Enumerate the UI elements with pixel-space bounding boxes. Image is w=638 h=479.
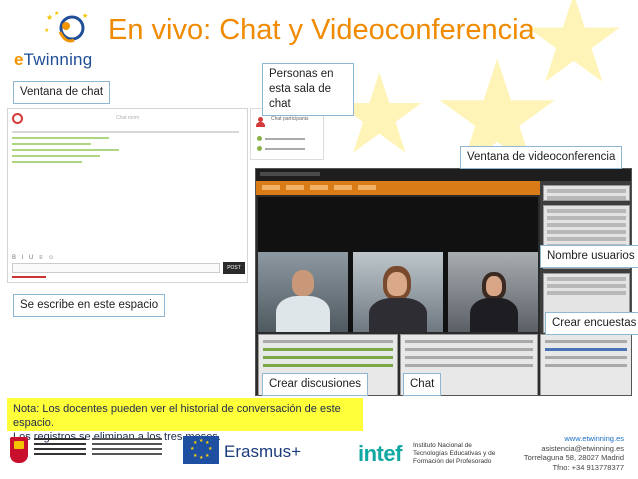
video-title-bar: [256, 169, 631, 181]
svg-text:★: ★: [82, 12, 88, 20]
callout-create-discussions: Crear discusiones: [262, 373, 369, 396]
intef-logo: intef: [358, 441, 402, 466]
callout-create-polls: Crear encuestas: [545, 312, 638, 335]
erasmus-plus-logo: Erasmus+: [224, 442, 301, 461]
intef-description: Instituto Nacional de Tecnologías Educat…: [413, 442, 496, 465]
chat-message: [12, 155, 101, 157]
webcam-feed: [448, 252, 538, 332]
callout-chat-window: Ventana de chat: [13, 81, 111, 104]
webcam-feed: [353, 252, 443, 332]
svg-text:★: ★: [44, 27, 49, 34]
people-icon: [256, 117, 265, 127]
background-star-icon: ★: [520, 0, 628, 107]
video-stage: [258, 197, 538, 332]
polls-pod[interactable]: [540, 334, 631, 395]
callout-people-in-room: Personas en esta sala de chat: [262, 63, 354, 116]
chat-window: Chat room B I U ≡ ☺ POST: [7, 108, 248, 283]
website-link[interactable]: www.etwinning.es: [524, 434, 624, 444]
chat-message-input[interactable]: [12, 263, 220, 273]
phone-text: Tfno: +34 913778377: [552, 462, 624, 472]
eu-flag-icon: ★ ★ ★ ★ ★ ★ ★ ★: [183, 436, 219, 464]
page-title: En vivo: Chat y Videoconferencia: [108, 14, 535, 46]
callout-video-window: Ventana de videoconferencia: [460, 146, 623, 169]
email-link[interactable]: asistencia@etwinning.es: [524, 444, 624, 454]
side-panel-header[interactable]: [543, 185, 630, 201]
chat-message: [12, 149, 119, 151]
note-box: Nota: Los docentes pueden ver el histori…: [7, 398, 363, 443]
etwinning-wordmark: eTwinning: [14, 50, 93, 69]
svg-text:★: ★: [46, 13, 53, 22]
spain-coat-of-arms-icon: [10, 437, 28, 463]
chat-message: [12, 161, 82, 163]
callout-user-names: Nombre usuarios: [540, 245, 638, 268]
callout-chat: Chat: [403, 373, 442, 396]
participant-item[interactable]: [257, 145, 317, 153]
note-line: Nota: Los docentes pueden ver el histori…: [13, 403, 341, 429]
chat-format-toolbar[interactable]: B I U ≡ ☺: [12, 255, 56, 261]
etwinning-logo: ★ ★ ★ ★ eTwinning: [10, 8, 110, 72]
chat-post-button[interactable]: POST: [223, 262, 245, 274]
contact-info: www.etwinning.es asistencia@etwinning.es…: [524, 434, 624, 472]
download-chat-link[interactable]: [12, 276, 46, 278]
chat-message: [12, 131, 240, 133]
videoconference-window: [255, 168, 632, 396]
chat-message: [12, 143, 91, 145]
webcam-feed: [258, 252, 348, 332]
ministry-logo: [10, 436, 170, 466]
participant-item[interactable]: [257, 135, 317, 143]
etwinning-figure-icon: ★ ★ ★ ★: [44, 10, 88, 43]
chat-message-list: [12, 131, 244, 167]
svg-text:★: ★: [54, 10, 59, 17]
callout-write-here: Se escribe en este espacio: [13, 294, 166, 317]
chat-room-title: Chat room: [115, 115, 140, 121]
address-text: Torrelaguna 58, 28027 Madrid: [523, 453, 624, 462]
chat-message: [12, 137, 110, 139]
participants-title: Chat participants: [271, 116, 309, 122]
